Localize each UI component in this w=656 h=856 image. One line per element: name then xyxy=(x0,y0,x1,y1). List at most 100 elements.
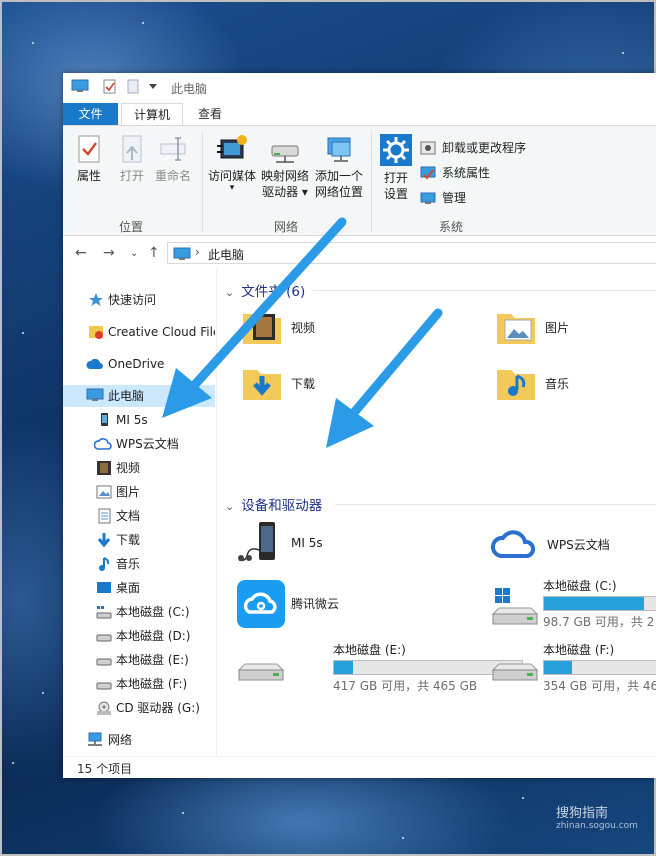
drive-icon xyxy=(96,682,112,690)
drive-free-space: 98.7 GB 可用，共 2 xyxy=(543,615,655,629)
customize-quick-access-icon[interactable] xyxy=(149,84,157,90)
content-pane: ⌄ 文件夹 (6) 视频 图片 下载 音乐 ⌄ 设备和驱动器 MI 5s WPS… xyxy=(217,270,656,756)
navigation-bar: ← → ⌄ ↑ › 此电脑 xyxy=(63,236,656,271)
tab-file[interactable]: 文件 xyxy=(63,103,118,125)
sidebar-item-cd-drive[interactable]: CD 驱动器 (G:) xyxy=(63,697,215,719)
device-item-mi5s[interactable]: MI 5s xyxy=(237,522,437,566)
cloud-icon xyxy=(86,358,103,369)
chevron-down-icon: ⌄ xyxy=(225,500,235,513)
access-media-button[interactable]: 访问媒体 ▾ xyxy=(206,134,258,193)
sidebar-item-drive-c[interactable]: 本地磁盘 (C:) xyxy=(63,601,215,623)
sidebar-item-onedrive[interactable]: OneDrive xyxy=(63,353,215,375)
ribbon-separator xyxy=(371,132,372,232)
forward-arrow-icon[interactable]: → xyxy=(103,245,115,261)
sidebar-item-downloads[interactable]: 下载 xyxy=(63,529,215,551)
sidebar-item-drive-d[interactable]: 本地磁盘 (D:) xyxy=(63,625,215,647)
breadcrumb-this-pc[interactable]: 此电脑 xyxy=(208,246,244,263)
drive-usage-bar xyxy=(543,660,656,675)
navigation-pane: 快速访问 Creative Cloud File OneDrive 此电脑 MI… xyxy=(63,270,217,756)
section-divider xyxy=(313,290,656,291)
device-item-wps-cloud[interactable]: WPS云文档 xyxy=(491,522,655,566)
sidebar-item-videos[interactable]: 视频 xyxy=(63,457,215,479)
folder-item-downloads[interactable]: 下载 xyxy=(241,366,441,406)
folders-section-header[interactable]: ⌄ 文件夹 (6) xyxy=(225,280,305,300)
sidebar-item-label: 网络 xyxy=(108,733,133,747)
address-bar[interactable]: › 此电脑 xyxy=(167,242,656,264)
uninstall-label: 卸载或更改程序 xyxy=(442,141,527,155)
recent-locations-chevron-icon[interactable]: ⌄ xyxy=(130,248,138,259)
computer-icon xyxy=(71,79,89,92)
sidebar-item-desktop[interactable]: 桌面 xyxy=(63,577,215,599)
sidebar-item-quick-access[interactable]: 快速访问 xyxy=(63,289,215,311)
add-network-location-button[interactable]: 添加一个 网络位置 xyxy=(313,134,365,200)
dropdown-arrow: ▾ xyxy=(229,183,235,193)
ribbon-panel: 属性 打开 重命名 位置 访问媒体 ▾ 映射网络 驱动器 ▾ 添加一个 网络位置… xyxy=(63,125,656,236)
map-network-drive-button[interactable]: 映射网络 驱动器 ▾ xyxy=(259,134,311,200)
open-icon xyxy=(122,135,142,163)
add-location-label-2: 网络位置 xyxy=(314,185,363,199)
sidebar-item-drive-f[interactable]: 本地磁盘 (F:) xyxy=(63,673,215,695)
up-arrow-icon[interactable]: ↑ xyxy=(148,245,160,261)
picture-folder-icon xyxy=(497,314,535,344)
media-icon xyxy=(217,135,247,159)
uninstall-icon xyxy=(420,141,436,155)
sidebar-item-network[interactable]: 网络 xyxy=(63,729,215,751)
sidebar-item-music[interactable]: 音乐 xyxy=(63,553,215,575)
drive-item-e[interactable]: 本地磁盘 (E:) 417 GB 可用，共 465 GB xyxy=(237,640,523,696)
sidebar-item-pictures[interactable]: 图片 xyxy=(63,481,215,503)
sidebar-item-drive-e[interactable]: 本地磁盘 (E:) xyxy=(63,649,215,671)
properties-quick-icon[interactable] xyxy=(103,79,117,94)
tab-view[interactable]: 查看 xyxy=(186,103,234,125)
manage-button[interactable]: 管理 xyxy=(420,188,466,208)
computer-icon xyxy=(86,388,104,401)
status-bar: 15 个项目 xyxy=(63,756,656,778)
sidebar-item-label: 此电脑 xyxy=(108,389,145,403)
folders-section-title: 文件夹 (6) xyxy=(241,284,306,300)
sidebar-item-this-pc[interactable]: 此电脑 xyxy=(63,385,215,407)
sidebar-item-label: 快速访问 xyxy=(108,293,157,307)
drive-item-f[interactable]: 本地磁盘 (F:) 354 GB 可用，共 46 xyxy=(491,640,656,696)
drive-free-space: 417 GB 可用，共 465 GB xyxy=(333,679,478,693)
back-arrow-icon[interactable]: ← xyxy=(75,245,87,261)
sidebar-item-documents[interactable]: 文档 xyxy=(63,505,215,527)
open-label: 打开 xyxy=(119,169,144,183)
open-settings-button[interactable]: 打开 设置 xyxy=(377,134,415,202)
folder-item-pictures[interactable]: 图片 xyxy=(495,310,655,350)
properties-button[interactable]: 属性 xyxy=(73,134,105,184)
folder-item-music[interactable]: 音乐 xyxy=(495,366,655,406)
star-icon xyxy=(89,293,103,306)
open-button[interactable]: 打开 xyxy=(117,134,147,184)
star-dot xyxy=(12,762,14,764)
device-item-weiyun[interactable]: 腾讯微云 xyxy=(237,580,437,628)
folder-label: 图片 xyxy=(545,321,570,335)
rename-icon xyxy=(160,137,186,161)
open-settings-label-2: 设置 xyxy=(383,187,408,201)
sidebar-item-label: MI 5s xyxy=(116,413,148,427)
drive-c-icon xyxy=(491,588,539,625)
folder-item-videos[interactable]: 视频 xyxy=(241,310,441,350)
devices-section-header[interactable]: ⌄ 设备和驱动器 xyxy=(225,494,322,514)
sidebar-item-creative-cloud[interactable]: Creative Cloud File xyxy=(63,321,215,343)
sidebar-item-label: CD 驱动器 (G:) xyxy=(116,701,200,715)
device-label: WPS云文档 xyxy=(547,538,610,552)
breadcrumb-separator: › xyxy=(195,245,200,259)
access-media-label: 访问媒体 xyxy=(207,169,256,183)
desktop-icon xyxy=(97,582,111,593)
system-properties-button[interactable]: 系统属性 xyxy=(420,163,490,183)
sidebar-item-mi5s[interactable]: MI 5s xyxy=(63,409,215,431)
uninstall-program-button[interactable]: 卸载或更改程序 xyxy=(420,138,526,158)
drive-item-c[interactable]: 本地磁盘 (C:) 98.7 GB 可用，共 2 xyxy=(491,576,656,632)
music-icon xyxy=(99,557,110,571)
system-properties-icon xyxy=(420,166,436,180)
rename-button[interactable]: 重命名 xyxy=(153,134,193,184)
phone-device-icon xyxy=(238,522,275,562)
wps-cloud-device-icon xyxy=(491,530,536,558)
tab-computer[interactable]: 计算机 xyxy=(121,103,184,126)
title-bar: 此电脑 xyxy=(63,73,656,101)
new-folder-quick-icon[interactable] xyxy=(127,79,139,94)
star-dot xyxy=(182,812,184,814)
sidebar-item-wps-cloud[interactable]: WPS云文档 xyxy=(63,433,215,455)
video-icon xyxy=(97,461,111,475)
file-explorer-window: 此电脑 文件 计算机 查看 属性 打开 重命名 位置 访问媒体 ▾ 映射网络 驱… xyxy=(63,73,656,778)
drive-usage-fill xyxy=(334,661,353,674)
